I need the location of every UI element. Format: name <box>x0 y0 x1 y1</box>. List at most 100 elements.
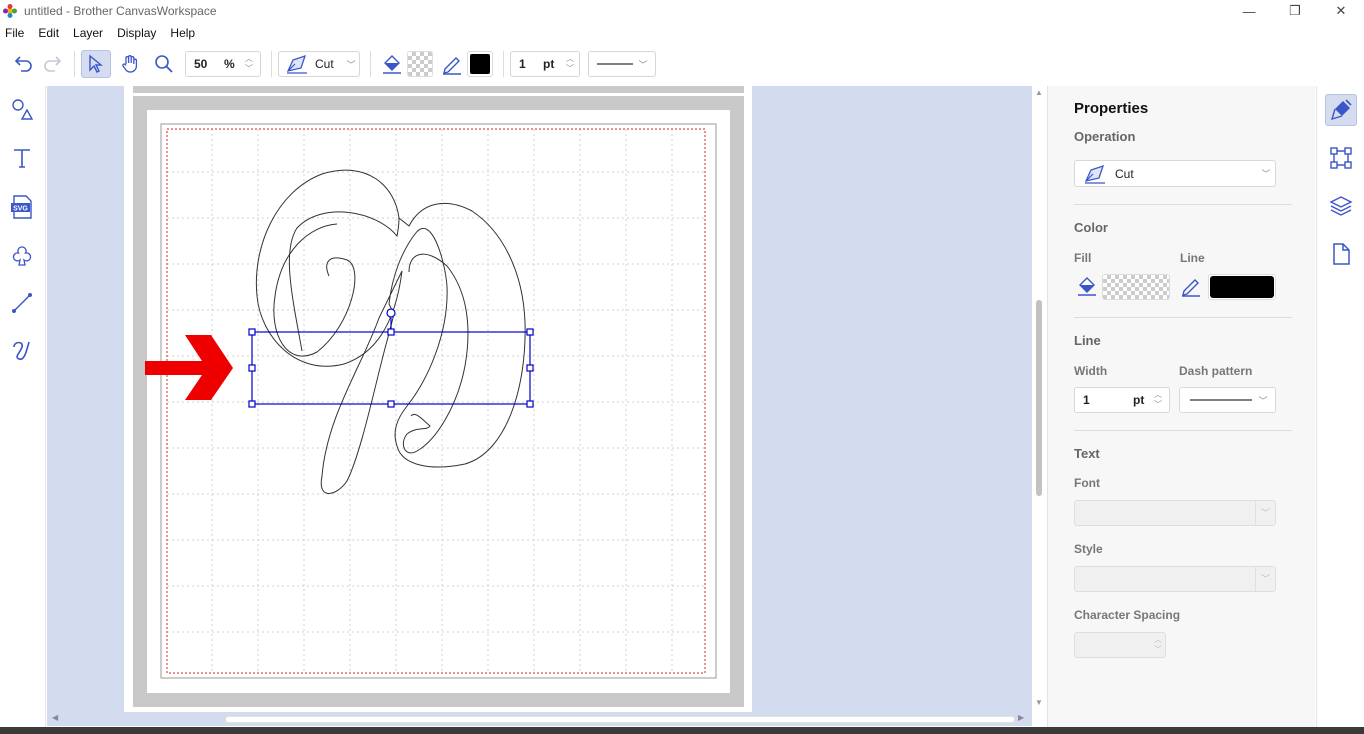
horizontal-scrollbar[interactable]: ◀ ▶ <box>47 712 1032 726</box>
fill-swatch[interactable] <box>1102 274 1170 300</box>
club-shape-icon <box>12 246 32 266</box>
chevron-down-icon: ﹀ <box>1255 567 1275 591</box>
scroll-left-icon[interactable]: ◀ <box>52 713 58 722</box>
line-width-unit: pt <box>543 57 555 71</box>
line-width-stepper[interactable]: 1 pt ︿ ﹀ <box>510 51 580 77</box>
pattern-tool-button[interactable] <box>8 242 36 270</box>
line-swatch[interactable] <box>1208 274 1276 300</box>
solid-line-icon <box>597 63 633 65</box>
dash-pattern-select[interactable]: ﹀ <box>1179 387 1276 413</box>
fill-bucket-icon[interactable] <box>1076 275 1098 297</box>
undo-button[interactable] <box>8 50 38 78</box>
transform-icon <box>1330 147 1352 169</box>
zoom-value: 50 <box>194 57 208 71</box>
magnifier-icon <box>155 55 173 73</box>
fill-bucket-icon <box>383 55 401 74</box>
redo-icon <box>44 56 62 72</box>
horizontal-scroll-thumb[interactable] <box>225 716 1015 723</box>
color-label: Color <box>1074 220 1108 235</box>
line-tool-icon <box>12 293 32 313</box>
line-color-button[interactable] <box>437 50 467 78</box>
spin-up-icon: ︿ <box>566 54 574 63</box>
text-section-label: Text <box>1074 446 1100 461</box>
toolbar-divider <box>271 51 272 77</box>
line-width-field[interactable]: 1 pt ︿ ﹀ <box>1074 387 1170 413</box>
scroll-down-icon[interactable]: ▼ <box>1035 698 1043 707</box>
scroll-right-icon[interactable]: ▶ <box>1018 713 1024 722</box>
paint-brush-icon <box>1330 99 1352 121</box>
vertical-scroll-thumb[interactable] <box>1036 300 1042 496</box>
style-select[interactable]: ﹀ <box>1074 566 1276 592</box>
menu-display[interactable]: Display <box>117 26 156 40</box>
spin-up-icon: ︿ <box>245 54 253 63</box>
window-title: untitled - Brother CanvasWorkspace <box>24 4 217 18</box>
menu-layer[interactable]: Layer <box>73 26 103 40</box>
chevron-down-icon: ﹀ <box>638 59 648 70</box>
font-label: Font <box>1074 476 1100 490</box>
layers-tab[interactable] <box>1325 190 1357 222</box>
operation-select[interactable]: Cut ﹀ <box>1074 160 1276 187</box>
line-width-spin-arrows[interactable]: ︿ ﹀ <box>563 52 577 76</box>
maximize-button[interactable]: ❐ <box>1272 0 1318 22</box>
shapes-tool-button[interactable] <box>8 96 36 124</box>
spin-up-icon: ︿ <box>1154 390 1162 399</box>
toolbar-divider <box>503 51 504 77</box>
vertical-scrollbar[interactable]: ▲ ▼ <box>1032 86 1046 712</box>
line-section-label: Line <box>1074 333 1101 348</box>
spin-down-icon: ﹀ <box>245 64 253 73</box>
page-icon <box>1333 243 1350 265</box>
chevron-down-icon: ﹀ <box>1255 501 1275 525</box>
page-tab[interactable] <box>1325 238 1357 270</box>
character-spacing-spin-arrows[interactable]: ︿ ﹀ <box>1151 633 1165 657</box>
menu-edit[interactable]: Edit <box>38 26 59 40</box>
line-color-swatch[interactable] <box>467 51 493 77</box>
text-tool-button[interactable] <box>8 144 36 172</box>
menu-bar: File Edit Layer Display Help <box>0 23 209 43</box>
chevron-down-icon: ﹀ <box>346 59 356 70</box>
line-tool-button[interactable] <box>8 289 36 317</box>
redo-button[interactable] <box>38 50 68 78</box>
select-tool-button[interactable] <box>81 50 111 78</box>
properties-tab[interactable] <box>1325 94 1357 126</box>
fill-color-swatch[interactable] <box>407 51 433 77</box>
toolbar-divider <box>370 51 371 77</box>
design-canvas[interactable] <box>47 86 1033 712</box>
fill-label: Fill <box>1074 251 1092 265</box>
operation-select-value: Cut <box>1115 166 1134 181</box>
pan-tool-button[interactable] <box>115 50 145 78</box>
zoom-stepper[interactable]: 50 % ︿ ﹀ <box>185 51 261 77</box>
transform-tab[interactable] <box>1325 142 1357 174</box>
zoom-tool-button[interactable] <box>149 50 179 78</box>
left-tool-strip: SVG <box>0 86 46 734</box>
pen-icon[interactable] <box>1180 275 1202 297</box>
spin-down-icon: ﹀ <box>1154 645 1162 654</box>
line-width-value: 1 <box>519 57 526 71</box>
dash-pattern-dropdown[interactable]: ﹀ <box>588 51 656 77</box>
operation-dropdown[interactable]: Cut ﹀ <box>278 51 360 77</box>
freehand-icon <box>13 341 30 361</box>
character-spacing-field[interactable]: ︿ ﹀ <box>1074 632 1166 658</box>
zoom-spin-arrows[interactable]: ︿ ﹀ <box>242 52 256 76</box>
line-width-unit: pt <box>1133 393 1145 407</box>
svg-import-button[interactable]: SVG <box>8 193 36 221</box>
scroll-up-icon[interactable]: ▲ <box>1035 88 1043 97</box>
taskbar-edge <box>0 727 1364 734</box>
freehand-tool-button[interactable] <box>8 336 36 364</box>
spin-down-icon: ﹀ <box>566 64 574 73</box>
properties-panel: Properties Operation Cut ﹀ Color Fill Li… <box>1047 86 1315 727</box>
svg-text:SVG: SVG <box>13 205 28 212</box>
text-icon <box>14 149 30 168</box>
canvas-area[interactable] <box>47 86 1033 712</box>
toolbar: 50 % ︿ ﹀ Cut ﹀ 1 pt ︿ ﹀ ﹀ <box>0 44 1364 84</box>
close-button[interactable]: ✕ <box>1318 0 1364 22</box>
line-width-spin-arrows[interactable]: ︿ ﹀ <box>1151 388 1165 412</box>
svg-file-icon: SVG <box>11 195 32 219</box>
minimize-button[interactable]: — <box>1226 0 1272 22</box>
menu-file[interactable]: File <box>5 26 24 40</box>
toolbar-divider <box>74 51 75 77</box>
dash-pattern-label: Dash pattern <box>1179 364 1253 378</box>
fill-color-button[interactable] <box>377 50 407 78</box>
font-select[interactable]: ﹀ <box>1074 500 1276 526</box>
section-divider <box>1074 317 1292 318</box>
menu-help[interactable]: Help <box>170 26 195 40</box>
